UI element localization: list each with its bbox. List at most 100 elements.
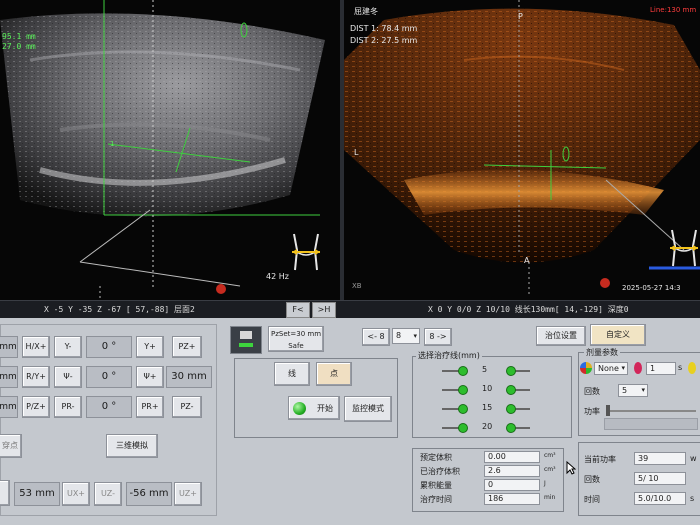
power-label: 功率: [584, 407, 600, 416]
ux-plus-button[interactable]: UX+: [62, 482, 90, 506]
ry-plus-button[interactable]: R/Y+: [22, 366, 50, 388]
color-wheel-icon: [580, 362, 592, 374]
mode-select[interactable]: None ▾: [594, 362, 628, 375]
power-slider-thumb[interactable]: [606, 405, 610, 416]
number-field[interactable]: 1: [646, 362, 676, 375]
bed-setting-button[interactable]: 治位设置: [536, 326, 586, 346]
custom-button[interactable]: 自定义: [590, 324, 646, 346]
current-time-unit: s: [690, 494, 695, 503]
pz-distance-value: 30 mm: [166, 366, 212, 388]
current-time-value: 5.0/10.0: [634, 492, 686, 505]
pzset-display: PzSet=30 mm Safe: [268, 326, 324, 352]
monitor-mode-button[interactable]: 监控模式: [344, 396, 392, 422]
treated-volume-unit: cm³: [544, 466, 556, 473]
pad-button[interactable]: 穿点: [0, 434, 22, 458]
pzset-label: PzSet=30 mm: [270, 330, 322, 338]
record-icon: [600, 278, 610, 288]
treatment-time-value: 186: [484, 493, 540, 505]
line-15-left-knob[interactable]: [458, 404, 468, 414]
corner-label: XB: [352, 282, 362, 290]
count-select[interactable]: 5 ▾: [618, 384, 648, 397]
line-20-left-knob[interactable]: [458, 423, 468, 433]
body-position-icon: [670, 229, 698, 267]
probe-marker: P: [518, 12, 523, 21]
therapy-title: 选择治疗线(mm): [416, 350, 482, 361]
left-ultrasound-panel: 95.1 mm 27.0 mm 1 42 Hz: [0, 0, 340, 300]
record-icon: [216, 284, 226, 294]
psi-minus-button[interactable]: Ψ-: [54, 366, 82, 388]
line-5-left-knob[interactable]: [458, 366, 468, 376]
psi-plus-button[interactable]: Ψ+: [136, 366, 164, 388]
prev-button[interactable]: <- 8: [362, 328, 390, 346]
yellow-marker-icon: [688, 362, 696, 374]
hx-plus-button[interactable]: H/X+: [22, 336, 50, 358]
f-button[interactable]: F<: [286, 302, 310, 318]
transducer-icon: [230, 326, 262, 354]
planned-volume-unit: cm³: [544, 452, 556, 459]
transducer-head: [240, 331, 252, 339]
start-indicator-icon: [293, 402, 306, 415]
line-mode-button[interactable]: 线: [274, 362, 310, 386]
pz-plus-axis-button[interactable]: P/Z+: [22, 396, 50, 418]
energy-unit: J: [544, 480, 546, 487]
bottom-value-2: -56 mm: [126, 482, 172, 506]
y-plus-button[interactable]: Y+: [136, 336, 164, 358]
count-label: 回数: [584, 387, 600, 396]
patient-name: 屈建冬: [354, 7, 378, 16]
ultrasound-display: 95.1 mm 27.0 mm 1 42 Hz 屈建冬 P DIST 1: 78…: [0, 0, 700, 300]
pr-minus-button[interactable]: PR-: [54, 396, 82, 418]
line-10-left-knob[interactable]: [458, 385, 468, 395]
current-power-label: 当前功率: [584, 455, 616, 464]
next-button[interactable]: 8 ->: [424, 328, 452, 346]
line-20-right-knob[interactable]: [506, 423, 516, 433]
dist-1-readout: DIST 1: 78.4 mm: [350, 24, 418, 33]
line-10-right-knob[interactable]: [506, 385, 516, 395]
right-coordinates: X 0 Y 0/0 Z 10/10 线长130mm[ 14,-129] 深度0: [428, 305, 629, 314]
h-button[interactable]: >H: [312, 302, 336, 318]
row1-side-value: mm: [0, 336, 18, 358]
angle-3-value: 0 °: [86, 396, 132, 418]
safe-label: Safe: [288, 342, 304, 350]
line-15-right-knob[interactable]: [506, 404, 516, 414]
pr-plus-button[interactable]: PR+: [136, 396, 164, 418]
start-button[interactable]: 开始: [288, 396, 340, 420]
row2-side-value: mm: [0, 366, 18, 388]
pz-minus-button[interactable]: PZ-: [172, 396, 202, 418]
power-slider[interactable]: [608, 410, 696, 412]
datetime-readout: 2025-05-27 14:3: [622, 284, 681, 292]
uz-plus-button[interactable]: UZ+: [174, 482, 202, 506]
energy-value: 0: [484, 479, 540, 491]
treatment-time-unit: min: [544, 494, 556, 501]
mouse-cursor-icon: [566, 461, 576, 475]
line-10-label: 10: [482, 384, 493, 393]
current-power-unit: w: [690, 454, 697, 463]
bottom-value-1: 53 mm: [14, 482, 60, 506]
line-5-label: 5: [482, 365, 488, 374]
count-select-value: 5: [622, 386, 628, 395]
left-marker-1: 1: [110, 140, 115, 148]
sim-3d-button[interactable]: 三维模拟: [106, 434, 158, 458]
power-bar: [604, 418, 698, 430]
mode-select-value: None: [598, 364, 619, 373]
left-coordinates: X -5 Y -35 Z -67 [ 57,-88] 层面2: [44, 305, 195, 314]
treated-volume-value: 2.6: [484, 465, 540, 477]
chevron-down-icon: ▾: [621, 364, 625, 372]
point-mode-button[interactable]: 点: [316, 362, 352, 386]
layer-select-value: 8: [396, 331, 402, 340]
edge-button[interactable]: [0, 480, 10, 506]
energy-label: 累积能量: [420, 481, 452, 490]
angle-2-value: 0 °: [86, 366, 132, 388]
side-marker: L: [354, 148, 359, 157]
pz-plus-button[interactable]: PZ+: [172, 336, 202, 358]
planned-volume-value: 0.00: [484, 451, 540, 463]
line-5-right-knob[interactable]: [506, 366, 516, 376]
transducer-status: [239, 343, 253, 347]
start-label: 开始: [317, 404, 333, 413]
y-minus-button[interactable]: Y-: [54, 336, 82, 358]
layer-select[interactable]: 8 ▾: [392, 328, 420, 344]
line-15-label: 15: [482, 403, 493, 412]
body-position-icon: [292, 233, 320, 271]
uz-minus-button[interactable]: UZ-: [94, 482, 122, 506]
planned-volume-label: 预定体积: [420, 453, 452, 462]
status-strip: X -5 Y -35 Z -67 [ 57,-88] 层面2 F< >H X 0…: [0, 300, 700, 319]
